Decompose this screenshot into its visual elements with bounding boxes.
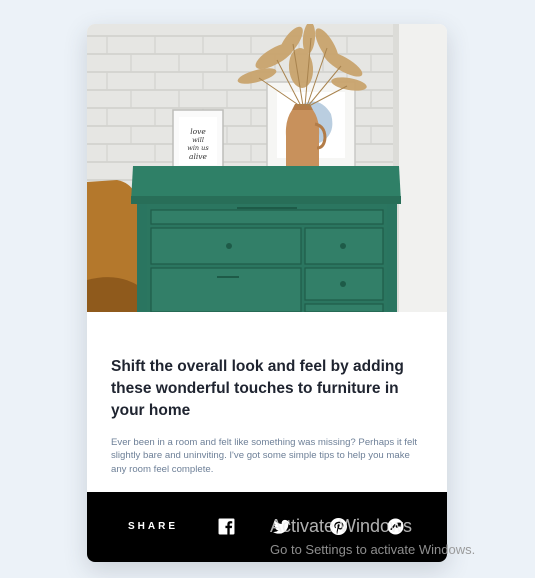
facebook-icon[interactable] [218,518,235,535]
share-label: SHARE [128,521,179,532]
article-preview-card: love will win us alive Shift the overall… [87,24,447,562]
article-title: Shift the overall look and feel by addin… [111,358,404,419]
svg-text:love: love [190,127,206,136]
share-bar: SHARE [87,492,447,562]
scrollbar-edge [535,0,539,578]
pinterest-icon[interactable] [330,518,347,535]
drawers-photo: love will win us alive [87,24,447,312]
svg-text:win us: win us [187,144,209,152]
share-icon[interactable] [387,518,404,535]
svg-text:alive: alive [189,152,208,161]
svg-text:will: will [192,136,204,144]
twitter-icon[interactable] [273,518,290,535]
article-description: Ever been in a room and felt like someth… [111,437,418,475]
